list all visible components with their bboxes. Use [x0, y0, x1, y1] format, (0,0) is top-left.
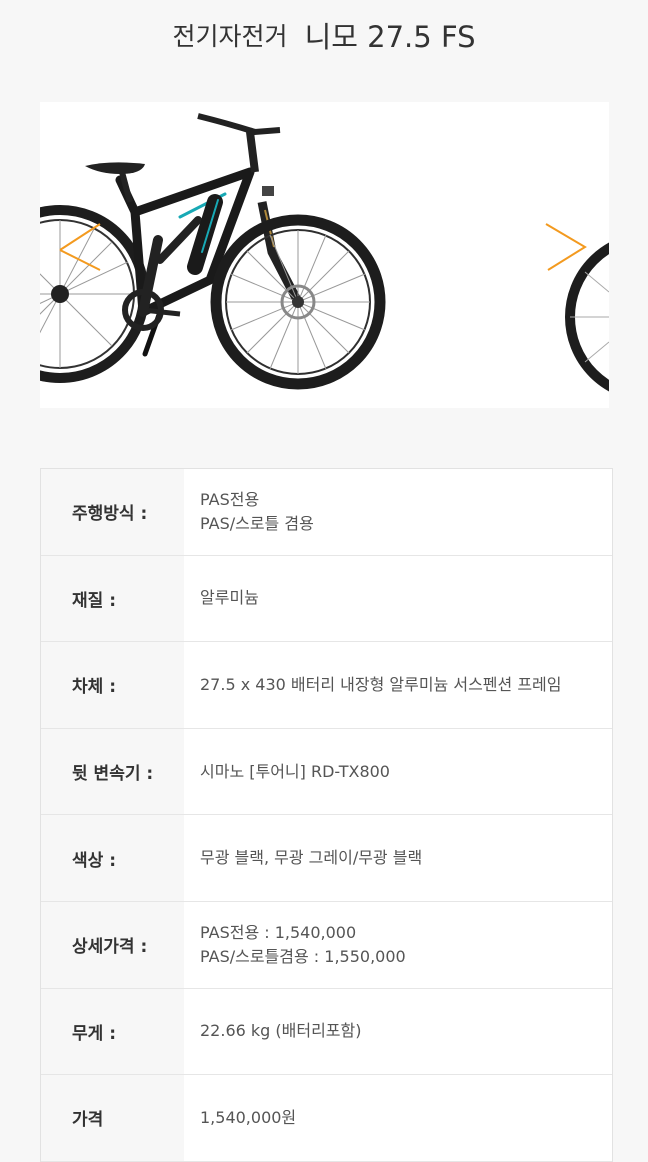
spec-label: 차체 : — [41, 642, 184, 728]
spec-value: PAS전용 : 1,540,000 PAS/스로틀겸용 : 1,550,000 — [184, 901, 612, 988]
product-category: 전기자전거 — [172, 22, 288, 51]
spec-value: 27.5 x 430 배터리 내장형 알루미늄 서스펜션 프레임 — [184, 642, 612, 728]
spec-value-line: PAS/스로틀 겸용 — [200, 513, 314, 533]
handlebar-icon — [197, 113, 281, 136]
rear-wheel-icon — [40, 205, 149, 383]
electric-bike-photo — [40, 113, 609, 392]
spec-value-line: PAS전용 : 1,540,000 — [200, 922, 357, 942]
spec-value-line: 22.66 kg (배터리포함) — [200, 1021, 362, 1041]
spec-row: 차체 : 27.5 x 430 배터리 내장형 알루미늄 서스펜션 프레임 — [41, 642, 612, 729]
spec-value-line: 시마노 [투어니] RD-TX800 — [200, 761, 390, 781]
spec-table: 주행방식 : PAS전용 PAS/스로틀 겸용재질 : 알루미늄차체 : 27.5 x … — [40, 468, 613, 1162]
product-image-slider[interactable] — [40, 102, 609, 408]
spec-label: 재질 : — [41, 555, 184, 642]
spec-row: 주행방식 : PAS전용 PAS/스로틀 겸용 — [41, 469, 612, 556]
spec-value: 시마노 [투어니] RD-TX800 — [184, 728, 612, 815]
saddle-icon — [85, 162, 145, 174]
spec-value-line: 27.5 x 430 배터리 내장형 알루미늄 서스펜션 프레임 — [200, 674, 562, 694]
spec-value-line: 무광 블랙, 무광 그레이/무광 블랙 — [200, 848, 423, 868]
spec-value: 1,540,000원 — [184, 1075, 612, 1161]
spec-label: 가격 — [41, 1075, 184, 1161]
spec-row: 재질 : 알루미늄 — [41, 555, 612, 643]
spec-row: 뒷 변속기 : 시마노 [투어니] RD-TX800 — [41, 728, 612, 816]
spec-row: 상세가격 : PAS전용 : 1,540,000 PAS/스로틀겸용 : 1,550… — [41, 901, 612, 989]
spec-label: 색상 : — [41, 815, 184, 901]
spec-value-line: 1,540,000원 — [200, 1107, 297, 1127]
spec-value: 알루미늄 — [184, 555, 612, 642]
spec-value: 무광 블랙, 무광 그레이/무광 블랙 — [184, 815, 612, 901]
spec-value-line: PAS전용 — [200, 489, 260, 509]
spec-value-line: PAS/스로틀겸용 : 1,550,000 — [200, 946, 406, 966]
spec-label: 상세가격 : — [41, 901, 184, 988]
next-slide-wheel-icon — [545, 223, 609, 392]
page-title: 전기자전거 니모 27.5 FS — [0, 14, 648, 56]
spec-label: 무게 : — [41, 988, 184, 1075]
spec-row: 무게 : 22.66 kg (배터리포함) — [41, 988, 612, 1076]
spec-label: 뒷 변속기 : — [41, 728, 184, 815]
spec-value: 22.66 kg (배터리포함) — [184, 988, 612, 1075]
spec-label: 주행방식 : — [41, 469, 184, 555]
spec-value: PAS전용 PAS/스로틀 겸용 — [184, 469, 612, 555]
spec-row: 가격 1,540,000원 — [41, 1075, 612, 1162]
spec-value-line: 알루미늄 — [200, 588, 259, 608]
product-model-name: 니모 27.5 FS — [304, 20, 476, 54]
front-wheel-icon — [210, 214, 386, 390]
spec-row: 색상 : 무광 블랙, 무광 그레이/무광 블랙 — [41, 815, 612, 902]
